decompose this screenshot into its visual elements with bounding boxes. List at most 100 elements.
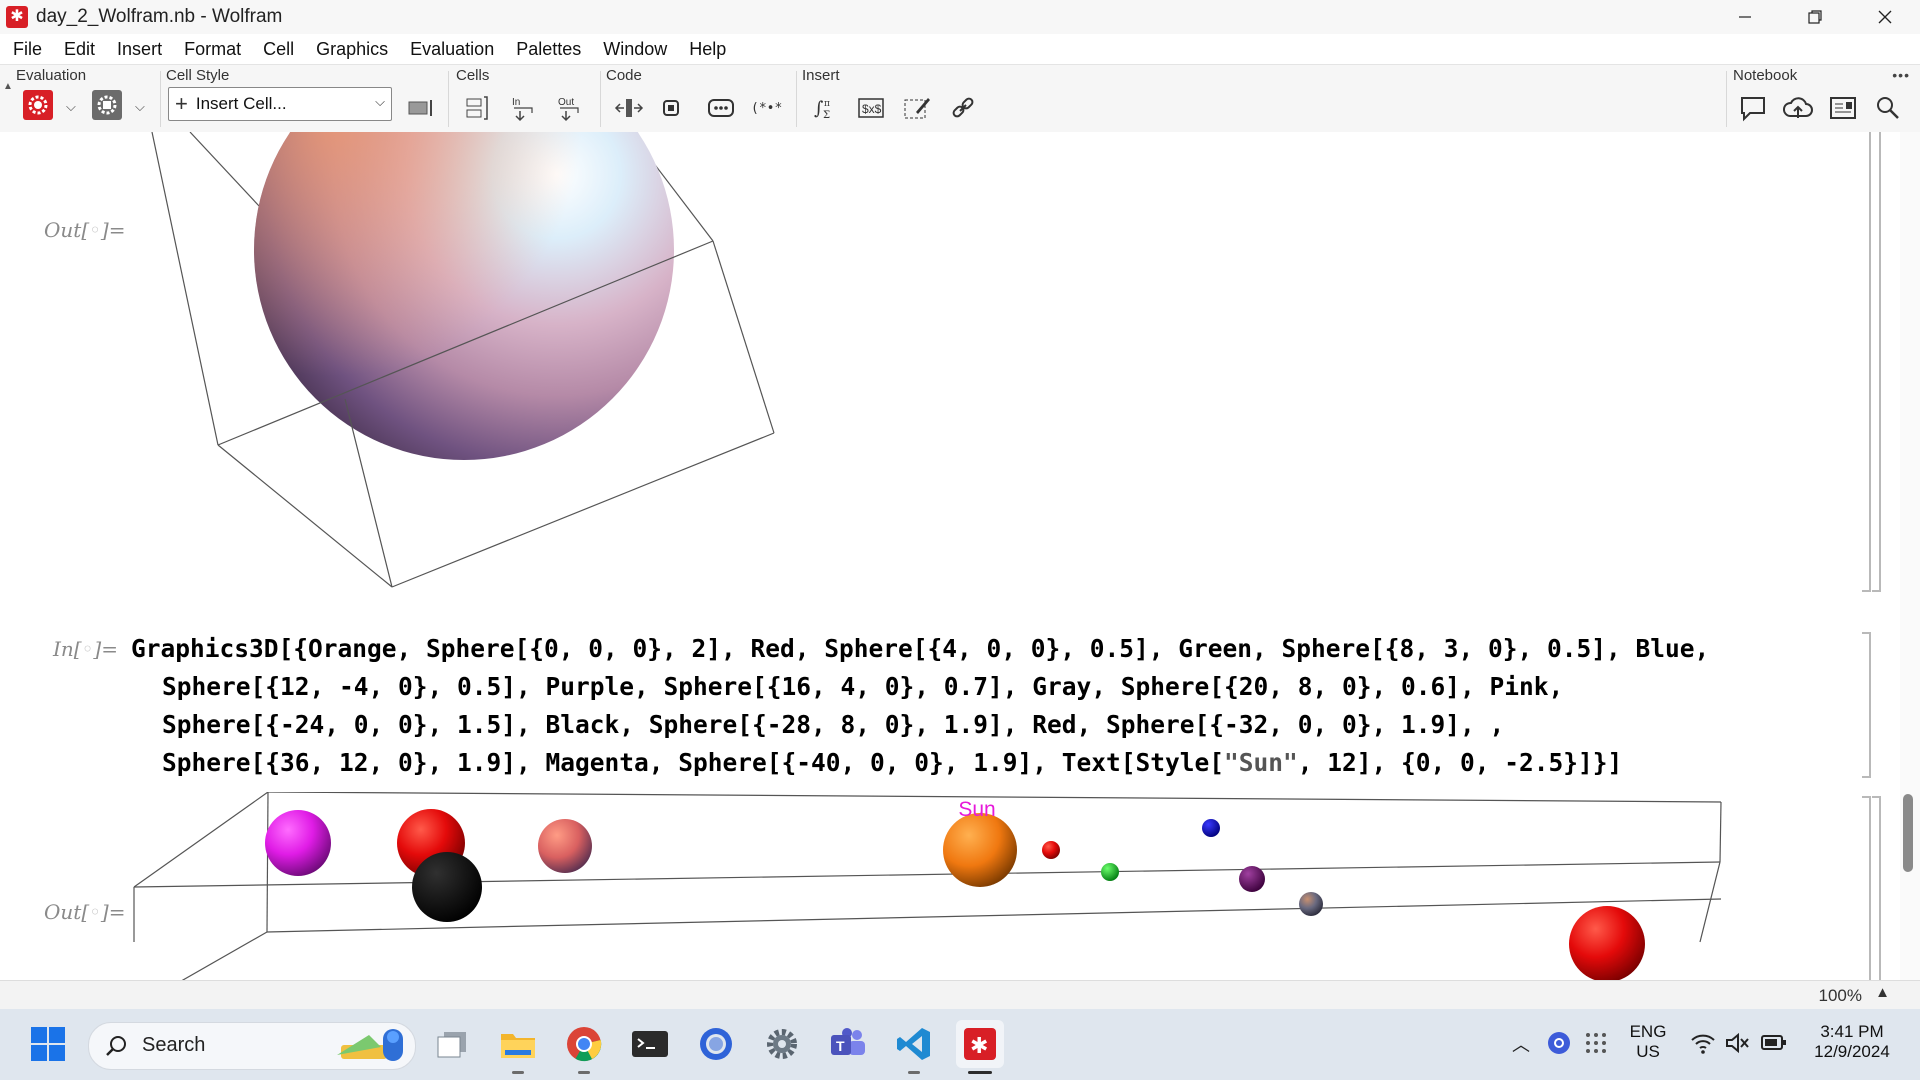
insert-tex-button[interactable]: $x$ [854, 91, 888, 125]
sphere-highlight [254, 132, 674, 460]
wolfram-logo-icon: ✱ [6, 6, 28, 28]
scrollbar-thumb[interactable] [1903, 794, 1913, 872]
code-line-4-post: , 12], {0, 0, -2.5}]}] [1297, 748, 1623, 777]
insert-math-button[interactable]: ∫ π Σ [808, 91, 842, 125]
group-bracket[interactable] [1872, 796, 1881, 980]
menu-graphics[interactable]: Graphics [316, 39, 388, 60]
battery-icon[interactable] [1760, 1033, 1788, 1053]
evaluate-button[interactable] [23, 90, 53, 120]
code-line-2[interactable]: Sphere[{12, -4, 0}, 0.5], Purple, Sphere… [162, 672, 1563, 701]
wifi-icon[interactable] [1690, 1031, 1716, 1055]
menu-format[interactable]: Format [184, 39, 241, 60]
menu-file[interactable]: File [13, 39, 42, 60]
window-controls [1710, 0, 1920, 34]
vscode-button[interactable] [890, 1020, 938, 1068]
settings-button[interactable] [758, 1020, 806, 1068]
cell-bracket-icon [408, 100, 432, 116]
evaluate-in-place-button[interactable] [654, 91, 688, 125]
blue-sphere [1202, 819, 1220, 837]
task-view-button[interactable] [428, 1020, 476, 1068]
comment-button[interactable]: (*•*) [750, 91, 784, 125]
teams-button[interactable]: T [824, 1020, 872, 1068]
box-edge [266, 792, 269, 933]
terminal-button[interactable] [626, 1020, 674, 1068]
clock[interactable]: 3:41 PM 12/9/2024 [1800, 1022, 1904, 1062]
output-cell-button[interactable]: Out [552, 91, 586, 125]
tray-app-icon[interactable] [1546, 1030, 1572, 1056]
plus-icon: + [175, 91, 188, 116]
cell-bracket-button[interactable] [404, 91, 438, 125]
find-button[interactable] [1871, 91, 1905, 125]
file-explorer-button[interactable] [494, 1020, 542, 1068]
cell-style-dropdown[interactable]: + Insert Cell... ⌵ [168, 87, 392, 121]
code-line-4-pre: Sphere[{36, 12, 0}, 1.9], Magenta, Spher… [162, 748, 1225, 777]
code-line-1[interactable]: Graphics3D[{Orange, Sphere[{0, 0, 0}, 2]… [131, 634, 1709, 663]
toolbar-more-button[interactable]: ••• [1892, 67, 1910, 83]
menu-evaluation[interactable]: Evaluation [410, 39, 494, 60]
grid-tray-icon[interactable] [1584, 1031, 1608, 1055]
chevron-down-icon[interactable]: ⌵ [66, 99, 76, 115]
cell-bracket[interactable] [1862, 132, 1871, 592]
svg-text:T: T [836, 1038, 845, 1054]
toolbar-group-insert-label: Insert [802, 67, 840, 84]
menu-cell[interactable]: Cell [263, 39, 294, 60]
solar-system-graphic[interactable]: Sun [120, 792, 1730, 980]
menu-window[interactable]: Window [603, 39, 667, 60]
comment-note-button[interactable] [1736, 91, 1770, 125]
chrome-button[interactable] [560, 1020, 608, 1068]
minimize-button[interactable] [1710, 0, 1780, 34]
search-icon [1877, 97, 1899, 119]
svg-text:π: π [824, 99, 830, 109]
running-indicator [512, 1071, 524, 1074]
sun-sphere [943, 813, 1017, 887]
toolbar-group-cellstyle-label: Cell Style [166, 67, 230, 84]
wolfram-taskbar-button[interactable]: ✱ [956, 1020, 1004, 1068]
ellipsis-box-icon [708, 99, 734, 117]
code-more-button[interactable] [704, 91, 738, 125]
input-cell-icon: In [512, 97, 533, 122]
menu-help[interactable]: Help [689, 39, 726, 60]
chrome-icon [567, 1027, 602, 1062]
taskbar-search[interactable]: Search [88, 1022, 416, 1070]
out-suffix: ]= [100, 218, 126, 242]
sun-label: Sun [958, 798, 995, 821]
zoom-level[interactable]: 100% [1819, 986, 1862, 1006]
code-line-3[interactable]: Sphere[{-24, 0, 0}, 1.5], Black, Sphere[… [162, 710, 1504, 739]
group-bracket[interactable] [1872, 132, 1881, 592]
insert-hyperlink-button[interactable] [946, 91, 980, 125]
red-sphere-far [1569, 906, 1645, 980]
input-cell-bracket[interactable] [1862, 632, 1871, 778]
sphere-graphic[interactable] [130, 132, 790, 592]
menu-edit[interactable]: Edit [64, 39, 95, 60]
publish-cloud-button[interactable] [1781, 91, 1815, 125]
show-hidden-icons-icon[interactable]: ︿ [1512, 1031, 1530, 1057]
volume-muted-icon[interactable] [1724, 1031, 1750, 1055]
restore-button[interactable] [1780, 0, 1850, 34]
language-line-1: ENG [1629, 1022, 1667, 1041]
output-cell-bracket[interactable] [1862, 796, 1871, 980]
box-edge [151, 132, 219, 446]
toolbar-divider [160, 71, 161, 127]
zoom-menu-icon[interactable]: ▲ [1875, 984, 1890, 1001]
start-button[interactable] [24, 1020, 72, 1068]
browser-button[interactable] [692, 1020, 740, 1068]
chevron-down-icon[interactable]: ⌵ [135, 99, 145, 115]
out-prefix: Out[ [44, 900, 90, 924]
abort-evaluation-button[interactable] [92, 90, 122, 120]
bracket-eval-icon [663, 100, 679, 116]
gear-icon [28, 95, 48, 115]
close-button[interactable] [1850, 0, 1920, 34]
group-cells-button[interactable] [460, 91, 494, 125]
language-indicator[interactable]: ENG US [1622, 1022, 1674, 1062]
gear-icon [767, 1029, 797, 1059]
menu-palettes[interactable]: Palettes [516, 39, 581, 60]
split-cell-button[interactable] [612, 91, 646, 125]
input-cell-button[interactable]: In [506, 91, 540, 125]
insert-drawing-button[interactable] [900, 91, 934, 125]
svg-text:In: In [512, 97, 520, 108]
notebook-settings-button[interactable] [1826, 91, 1860, 125]
notebook-content: Out[◦]= In[◦]= Graphics3D[{Orange, Spher… [0, 132, 1920, 980]
menu-insert[interactable]: Insert [117, 39, 162, 60]
collapse-arrow-icon[interactable]: ▲ [3, 81, 13, 92]
code-line-4[interactable]: Sphere[{36, 12, 0}, 1.9], Magenta, Spher… [162, 748, 1622, 777]
